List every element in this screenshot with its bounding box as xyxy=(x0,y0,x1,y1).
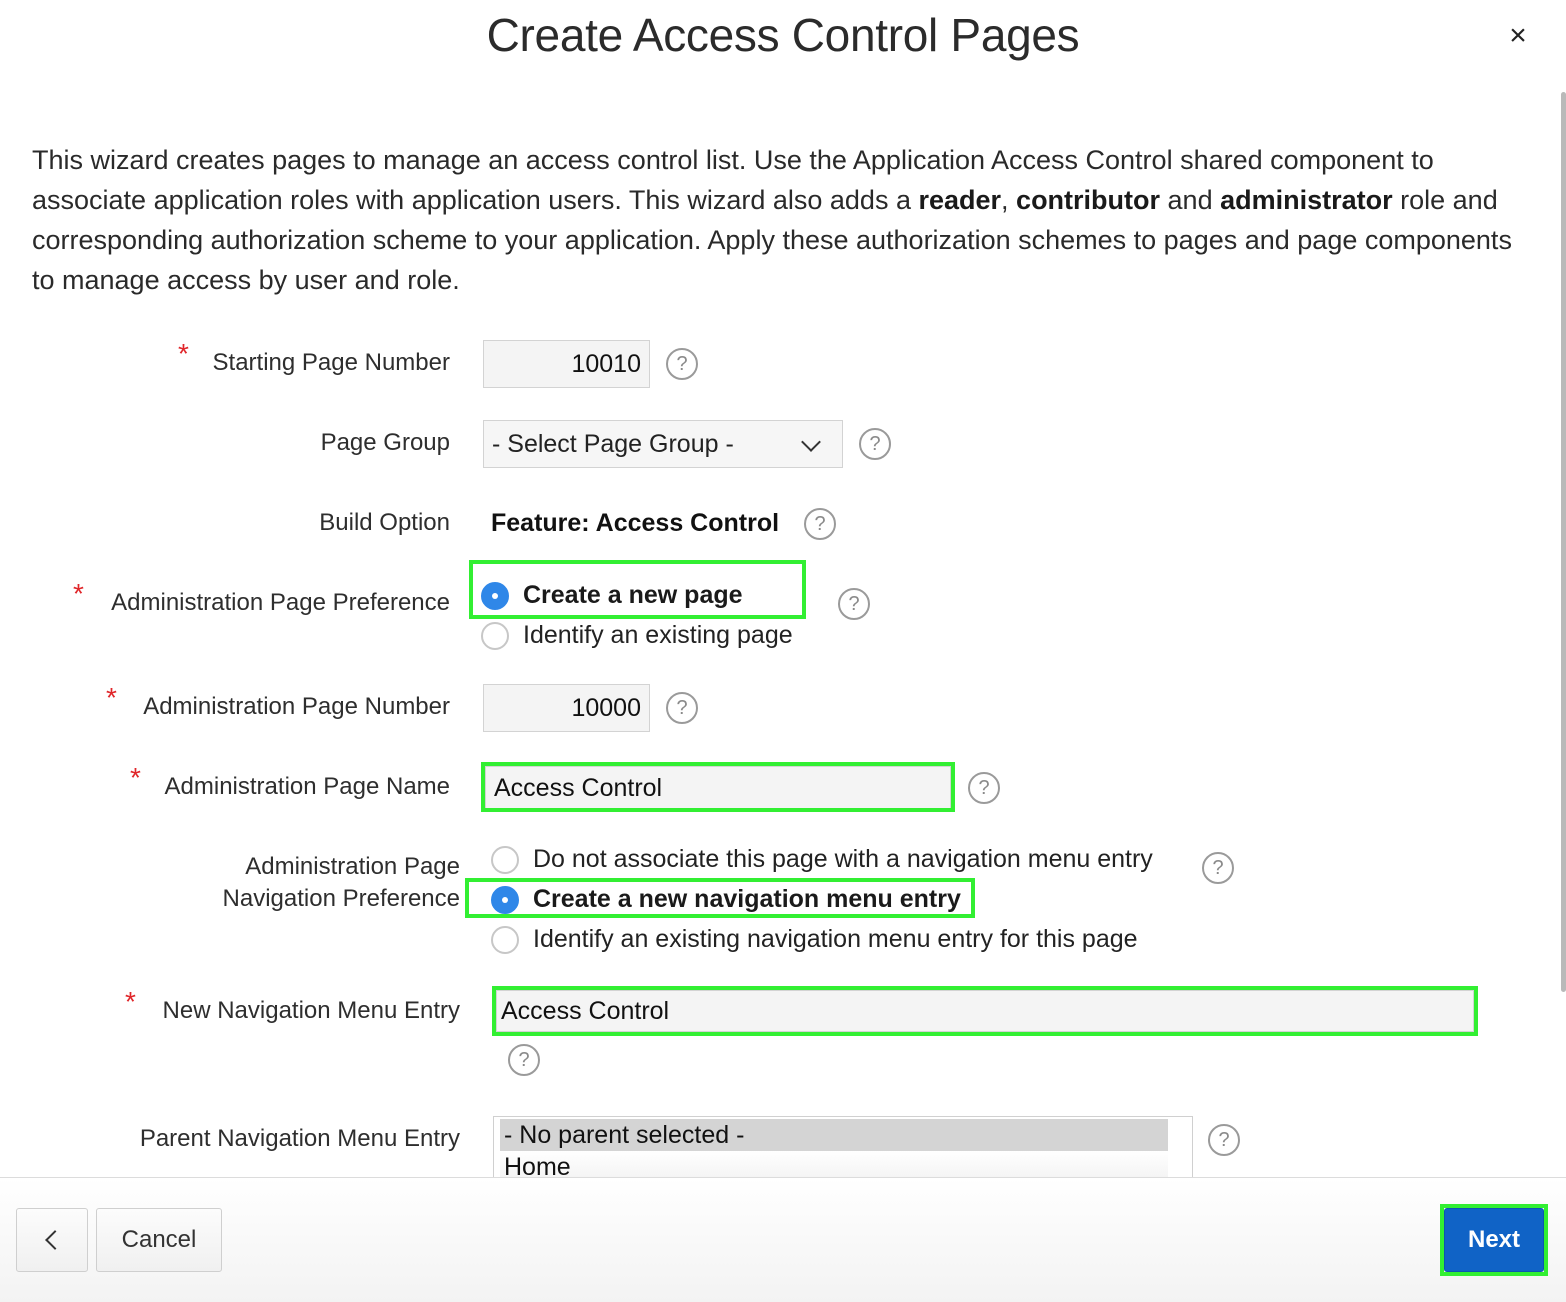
page-group-select[interactable]: - Select Page Group - xyxy=(483,420,843,468)
listbox-option[interactable]: Home xyxy=(500,1151,1168,1177)
help-icon[interactable]: ? xyxy=(1202,852,1234,884)
build-option-label: Build Option xyxy=(319,509,450,536)
starting-page-number-label: Starting Page Number xyxy=(212,349,450,376)
page-group-label: Page Group xyxy=(320,429,450,456)
radio-no-nav-entry[interactable] xyxy=(491,846,519,874)
help-icon[interactable]: ? xyxy=(1208,1124,1240,1156)
starting-page-number-field[interactable]: 10010 xyxy=(483,340,650,388)
dialog-footer: Cancel Next xyxy=(0,1177,1566,1302)
intro-text: This wizard creates pages to manage an a… xyxy=(32,145,1512,295)
admin-nav-preference-label-line2: Navigation Preference xyxy=(222,885,460,912)
admin-page-number-field[interactable]: 10000 xyxy=(483,684,650,732)
parent-nav-menu-listbox[interactable]: - No parent selected - Home xyxy=(493,1116,1193,1178)
parent-nav-menu-entry-label: Parent Navigation Menu Entry xyxy=(139,1125,460,1152)
radio-identify-existing-page-label: Identify an existing page xyxy=(523,621,793,649)
help-icon[interactable]: ? xyxy=(838,588,870,620)
build-option-value: Feature: Access Control xyxy=(491,509,780,537)
radio-identify-existing-page[interactable] xyxy=(481,622,509,650)
new-nav-menu-entry-field[interactable]: Access Control xyxy=(496,990,1474,1032)
scrollbar[interactable] xyxy=(1561,92,1566,992)
next-button[interactable]: Next xyxy=(1444,1208,1544,1272)
help-icon[interactable]: ? xyxy=(968,772,1000,804)
help-icon[interactable]: ? xyxy=(508,1044,540,1076)
admin-page-name-field[interactable]: Access Control xyxy=(485,766,951,810)
cancel-button[interactable]: Cancel xyxy=(96,1208,222,1272)
new-nav-menu-entry-label: New Navigation Menu Entry xyxy=(162,997,460,1024)
admin-page-number-label: Administration Page Number xyxy=(143,693,450,720)
radio-identify-nav-entry[interactable] xyxy=(491,926,519,954)
help-icon[interactable]: ? xyxy=(804,508,836,540)
admin-nav-preference-label-line1: Administration Page xyxy=(245,853,460,880)
administrator-role: administrator xyxy=(1220,185,1393,215)
page-group-value: - Select Page Group - xyxy=(492,430,734,458)
reader-role: reader xyxy=(918,185,1002,215)
chevron-left-icon xyxy=(45,1230,65,1250)
close-icon[interactable]: × xyxy=(1500,18,1536,54)
radio-create-new-page-label: Create a new page xyxy=(523,581,743,609)
radio-create-nav-entry[interactable] xyxy=(491,886,519,914)
admin-page-name-label: Administration Page Name xyxy=(164,773,450,800)
help-icon[interactable]: ? xyxy=(666,692,698,724)
help-icon[interactable]: ? xyxy=(666,348,698,380)
chevron-down-icon xyxy=(801,432,821,452)
radio-create-nav-entry-label: Create a new navigation menu entry xyxy=(533,885,961,913)
radio-create-new-page[interactable] xyxy=(481,582,509,610)
contributor-role: contributor xyxy=(1016,185,1161,215)
admin-page-preference-label: Administration Page Preference xyxy=(111,589,450,616)
help-icon[interactable]: ? xyxy=(859,428,891,460)
radio-identify-nav-entry-label: Identify an existing navigation menu ent… xyxy=(533,925,1138,953)
dialog-title: Create Access Control Pages xyxy=(486,9,1080,61)
back-button[interactable] xyxy=(16,1208,88,1272)
listbox-option[interactable]: - No parent selected - xyxy=(500,1119,1168,1151)
radio-no-nav-entry-label: Do not associate this page with a naviga… xyxy=(533,845,1153,873)
